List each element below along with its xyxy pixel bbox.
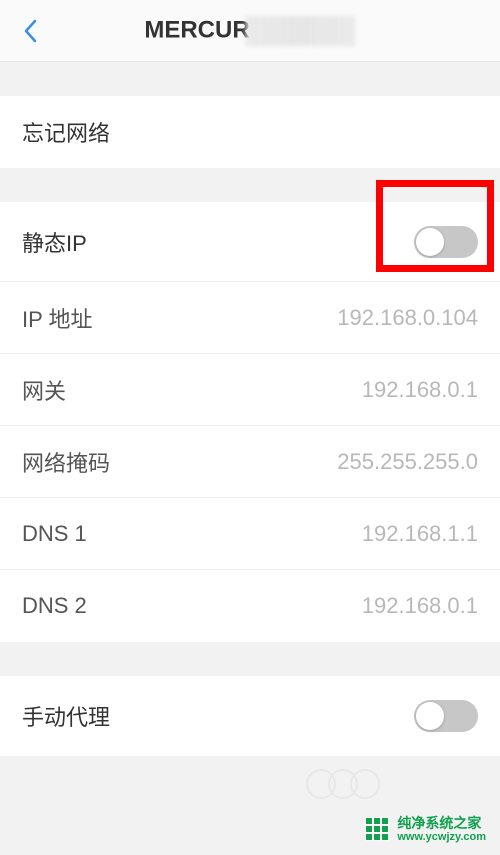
watermark-text: 纯净系统之家 www.ycwjzy.com: [397, 816, 486, 843]
forget-network-group: 忘记网络: [0, 96, 500, 168]
page-title: MERCUR: [144, 16, 355, 46]
forget-network-row[interactable]: 忘记网络: [0, 96, 500, 168]
chevron-left-icon: [22, 17, 38, 45]
title-obscured: [246, 16, 356, 46]
static-ip-row: 静态IP: [0, 202, 500, 282]
manual-proxy-toggle[interactable]: [414, 700, 478, 732]
forget-network-label: 忘记网络: [22, 116, 110, 148]
toggle-knob: [416, 228, 444, 256]
manual-proxy-row: 手动代理: [0, 676, 500, 756]
manual-proxy-group: 手动代理: [0, 676, 500, 756]
watermark-faint-icon: [314, 769, 380, 799]
ip-address-label: IP 地址: [22, 302, 93, 334]
gateway-value: 192.168.0.1: [362, 377, 478, 403]
ip-address-value: 192.168.0.104: [337, 305, 478, 331]
netmask-row[interactable]: 网络掩码 255.255.255.0: [0, 426, 500, 498]
dns2-label: DNS 2: [22, 593, 87, 619]
gateway-row[interactable]: 网关 192.168.0.1: [0, 354, 500, 426]
netmask-value: 255.255.255.0: [337, 449, 478, 475]
static-ip-group: 静态IP IP 地址 192.168.0.104 网关 192.168.0.1 …: [0, 202, 500, 642]
netmask-label: 网络掩码: [22, 446, 110, 478]
static-ip-toggle[interactable]: [414, 226, 478, 258]
title-text: MERCUR: [144, 16, 249, 43]
back-button[interactable]: [18, 19, 42, 43]
dns1-row[interactable]: DNS 1 192.168.1.1: [0, 498, 500, 570]
dns2-value: 192.168.0.1: [362, 593, 478, 619]
dns1-label: DNS 1: [22, 521, 87, 547]
watermark-line1: 纯净系统之家: [397, 816, 486, 831]
gateway-label: 网关: [22, 374, 66, 406]
toggle-knob: [416, 702, 444, 730]
dns2-row[interactable]: DNS 2 192.168.0.1: [0, 570, 500, 642]
ip-address-row[interactable]: IP 地址 192.168.0.104: [0, 282, 500, 354]
manual-proxy-label: 手动代理: [22, 700, 110, 732]
watermark: 纯净系统之家 www.ycwjzy.com: [365, 816, 486, 843]
watermark-logo-icon: [365, 817, 389, 841]
static-ip-label: 静态IP: [22, 226, 87, 258]
header: MERCUR: [0, 0, 500, 62]
dns1-value: 192.168.1.1: [362, 521, 478, 547]
watermark-line2: www.ycwjzy.com: [397, 831, 486, 843]
